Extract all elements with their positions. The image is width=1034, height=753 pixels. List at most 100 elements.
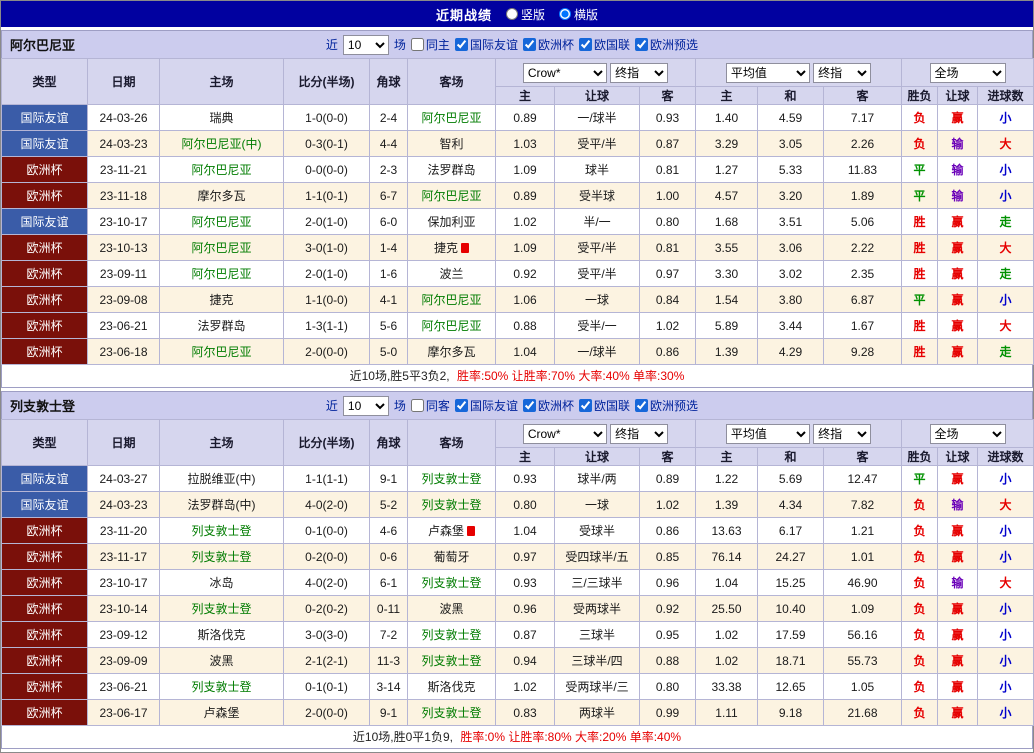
competition-checkbox[interactable]	[579, 399, 592, 412]
match-row: 欧洲杯23-10-13阿尔巴尼亚3-0(1-0)1-4捷克1.09受平/半0.8…	[2, 235, 1034, 261]
competition-cell: 欧洲杯	[2, 235, 88, 261]
home-team-link[interactable]: 列支敦士登	[191, 680, 251, 694]
sub-header-handicap: 让球	[555, 448, 640, 466]
home-team-link[interactable]: 列支敦士登	[191, 550, 251, 564]
score-cell: 1-3(1-1)	[284, 313, 370, 339]
odds-stage-select[interactable]: 终指	[610, 424, 668, 444]
home-team-link[interactable]: 冰岛	[209, 576, 233, 590]
scope-select[interactable]: 全场	[930, 424, 1006, 444]
home-odds-cell: 0.87	[496, 622, 555, 648]
home-team-link[interactable]: 斯洛伐克	[197, 628, 245, 642]
scope-select[interactable]: 全场	[930, 63, 1006, 83]
away-team-link[interactable]: 列支敦士登	[421, 706, 481, 720]
avg-provider-select[interactable]: 平均值	[726, 63, 810, 83]
match-row: 欧洲杯23-09-12斯洛伐克3-0(3-0)7-2列支敦士登0.87三球半0.…	[2, 622, 1034, 648]
away-team-link[interactable]: 列支敦士登	[421, 628, 481, 642]
vertical-radio[interactable]	[506, 8, 518, 20]
home-team-link[interactable]: 阿尔巴尼亚(中)	[182, 137, 262, 151]
home-team-link[interactable]: 阿尔巴尼亚	[191, 215, 251, 229]
home-team-link[interactable]: 阿尔巴尼亚	[191, 345, 251, 359]
same-venue-checkbox[interactable]	[411, 399, 424, 412]
away-team-link[interactable]: 葡萄牙	[433, 550, 469, 564]
home-team-link[interactable]: 波黑	[209, 654, 233, 668]
odds-provider-select[interactable]: Crow*	[523, 424, 607, 444]
away-odds-cell: 0.88	[640, 648, 696, 674]
home-team-link[interactable]: 阿尔巴尼亚	[191, 241, 251, 255]
competition-checkbox[interactable]	[455, 38, 468, 51]
recent-count-select[interactable]: 10	[343, 35, 389, 55]
odds-stage-select[interactable]: 终指	[610, 63, 668, 83]
home-team-link[interactable]: 拉脱维亚(中)	[188, 472, 256, 486]
away-team-link[interactable]: 列支敦士登	[421, 472, 481, 486]
layout-radio-horizontal[interactable]: 横版	[559, 6, 598, 23]
home-team-link[interactable]: 列支敦士登	[191, 602, 251, 616]
away-team-link[interactable]: 阿尔巴尼亚	[421, 111, 481, 125]
competition-filter[interactable]: 欧洲预选	[635, 397, 698, 414]
same-venue-filter[interactable]: 同主	[411, 36, 450, 53]
away-team-link[interactable]: 阿尔巴尼亚	[421, 293, 481, 307]
score-cell: 1-0(0-0)	[284, 105, 370, 131]
away-team-link[interactable]: 摩尔多瓦	[427, 345, 475, 359]
avg-stage-select[interactable]: 终指	[813, 424, 871, 444]
home-team-link[interactable]: 法罗群岛	[197, 319, 245, 333]
home-team-cell: 冰岛	[160, 570, 284, 596]
home-team-link[interactable]: 列支敦士登	[191, 524, 251, 538]
away-team-link[interactable]: 法罗群岛	[427, 163, 475, 177]
away-team-link[interactable]: 捷克	[434, 241, 458, 255]
away-team-cell: 阿尔巴尼亚	[408, 313, 496, 339]
home-odds-cell: 0.89	[496, 183, 555, 209]
away-team-link[interactable]: 保加利亚	[427, 215, 475, 229]
match-row: 欧洲杯23-10-17冰岛4-0(2-0)6-1列支敦士登0.93三/三球半0.…	[2, 570, 1034, 596]
away-team-link[interactable]: 阿尔巴尼亚	[421, 189, 481, 203]
goals-result-cell: 小	[978, 674, 1034, 700]
home-team-link[interactable]: 捷克	[209, 293, 233, 307]
away-team-link[interactable]: 波黑	[439, 602, 463, 616]
home-team-link[interactable]: 法罗群岛(中)	[188, 498, 256, 512]
competition-filter[interactable]: 欧洲杯	[523, 397, 574, 414]
competition-filter[interactable]: 欧洲杯	[523, 36, 574, 53]
competition-filter[interactable]: 欧国联	[579, 36, 630, 53]
away-team-cell: 列支敦士登	[408, 648, 496, 674]
score-cell: 0-3(0-1)	[284, 131, 370, 157]
avg-draw-cell: 12.65	[758, 674, 824, 700]
recent-count-select[interactable]: 10	[343, 396, 389, 416]
home-team-link[interactable]: 阿尔巴尼亚	[191, 267, 251, 281]
same-venue-checkbox[interactable]	[411, 38, 424, 51]
away-odds-cell: 0.89	[640, 466, 696, 492]
competition-filter[interactable]: 欧国联	[579, 397, 630, 414]
avg-stage-select[interactable]: 终指	[813, 63, 871, 83]
outcome-cell: 负	[902, 570, 938, 596]
competition-checkbox[interactable]	[455, 399, 468, 412]
competition-checkbox[interactable]	[523, 399, 536, 412]
home-team-link[interactable]: 卢森堡	[203, 706, 239, 720]
competition-checkbox[interactable]	[635, 38, 648, 51]
avg-away-cell: 56.16	[824, 622, 902, 648]
horizontal-radio[interactable]	[559, 8, 571, 20]
home-team-link[interactable]: 瑞典	[209, 111, 233, 125]
score-cell: 2-1(2-1)	[284, 648, 370, 674]
competition-filter[interactable]: 国际友谊	[455, 397, 518, 414]
outcome-cell: 胜	[902, 261, 938, 287]
competition-filter[interactable]: 国际友谊	[455, 36, 518, 53]
away-team-link[interactable]: 列支敦士登	[421, 576, 481, 590]
away-team-link[interactable]: 列支敦士登	[421, 654, 481, 668]
away-team-link[interactable]: 波兰	[439, 267, 463, 281]
away-team-link[interactable]: 阿尔巴尼亚	[421, 319, 481, 333]
competition-checkbox[interactable]	[635, 399, 648, 412]
home-team-link[interactable]: 摩尔多瓦	[197, 189, 245, 203]
competition-filter[interactable]: 欧洲预选	[635, 36, 698, 53]
away-team-link[interactable]: 斯洛伐克	[427, 680, 475, 694]
away-team-link[interactable]: 卢森堡	[428, 524, 464, 538]
avg-draw-cell: 9.18	[758, 700, 824, 726]
away-team-link[interactable]: 列支敦士登	[421, 498, 481, 512]
layout-radio-vertical[interactable]: 竖版	[506, 6, 545, 23]
handicap-odds-group-header: Crow* 终指	[496, 59, 696, 87]
odds-provider-select[interactable]: Crow*	[523, 63, 607, 83]
same-venue-filter[interactable]: 同客	[411, 397, 450, 414]
competition-checkbox[interactable]	[523, 38, 536, 51]
match-row: 国际友谊24-03-23法罗群岛(中)4-0(2-0)5-2列支敦士登0.80一…	[2, 492, 1034, 518]
away-team-link[interactable]: 智利	[439, 137, 463, 151]
home-team-link[interactable]: 阿尔巴尼亚	[191, 163, 251, 177]
competition-checkbox[interactable]	[579, 38, 592, 51]
avg-provider-select[interactable]: 平均值	[726, 424, 810, 444]
